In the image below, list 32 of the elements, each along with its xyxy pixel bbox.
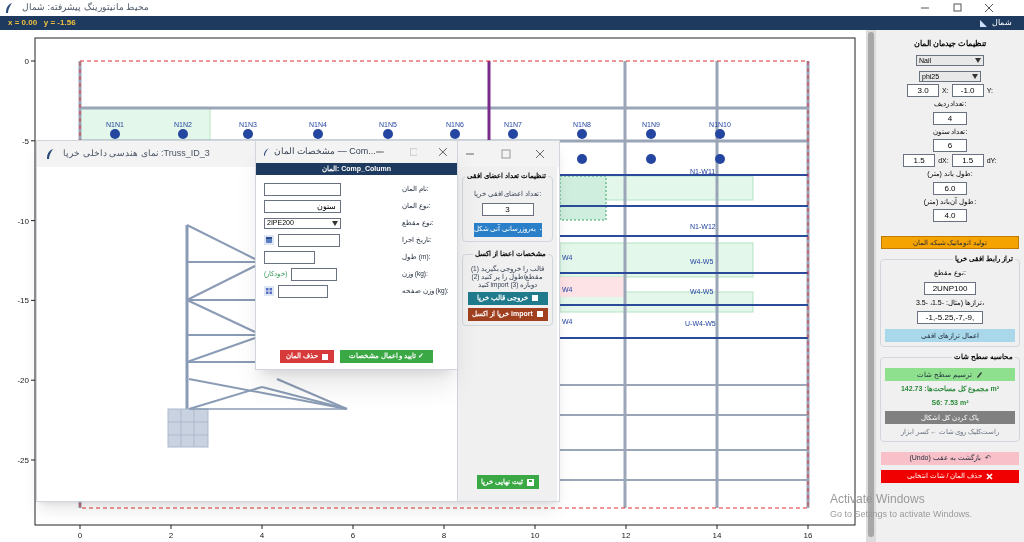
tick-label: 12 (621, 531, 631, 540)
input-field[interactable]: 3 (481, 202, 534, 216)
input-field[interactable]: 6 (933, 139, 967, 153)
input-field[interactable]: 3.0 (907, 84, 940, 98)
tick-label: 2 (168, 531, 174, 540)
input-field[interactable]: -1.0 (951, 84, 984, 98)
direction-tab[interactable]: شمال (975, 17, 1016, 29)
tick-label: 16 (803, 531, 813, 540)
tick-label: 4 (259, 531, 265, 540)
tick-label: -20 (17, 376, 29, 386)
window-title: مشخصات المان — Com... (273, 145, 376, 159)
coordinates-readout: x = 0.00 y = -1.56 (8, 17, 76, 29)
tick-label: 0 (24, 57, 29, 66)
input-field[interactable]: 1.5 (951, 154, 984, 168)
input-field[interactable]: 4.0 (933, 209, 967, 223)
tick-label: 14 (712, 531, 722, 540)
input-field[interactable]: 2UNP100 (924, 281, 976, 295)
tick-label: 10 (530, 531, 540, 540)
tick-label: -15 (17, 296, 29, 306)
input-field[interactable]: 6.0 (933, 181, 967, 195)
window-title: نمای هندسی داخلی خرپا :Truss_ID_3 (63, 147, 210, 161)
tick-label: 8 (441, 531, 447, 540)
tick-label: 6 (350, 531, 356, 540)
input-field[interactable]: ستون (264, 199, 341, 213)
window-title: محیط مانیتورینگ پیشرفته: شمال (22, 1, 149, 15)
tick-label: -5 (21, 136, 29, 146)
input-field[interactable]: 4 (933, 111, 967, 125)
tick-label: -25 (17, 456, 29, 465)
tick-label: -10 (17, 216, 29, 226)
tick-label: 0 (77, 531, 83, 540)
input-field[interactable]: 1.5 (903, 154, 936, 168)
input-field[interactable]: -1,-5.25,-7,-9, (917, 311, 983, 325)
